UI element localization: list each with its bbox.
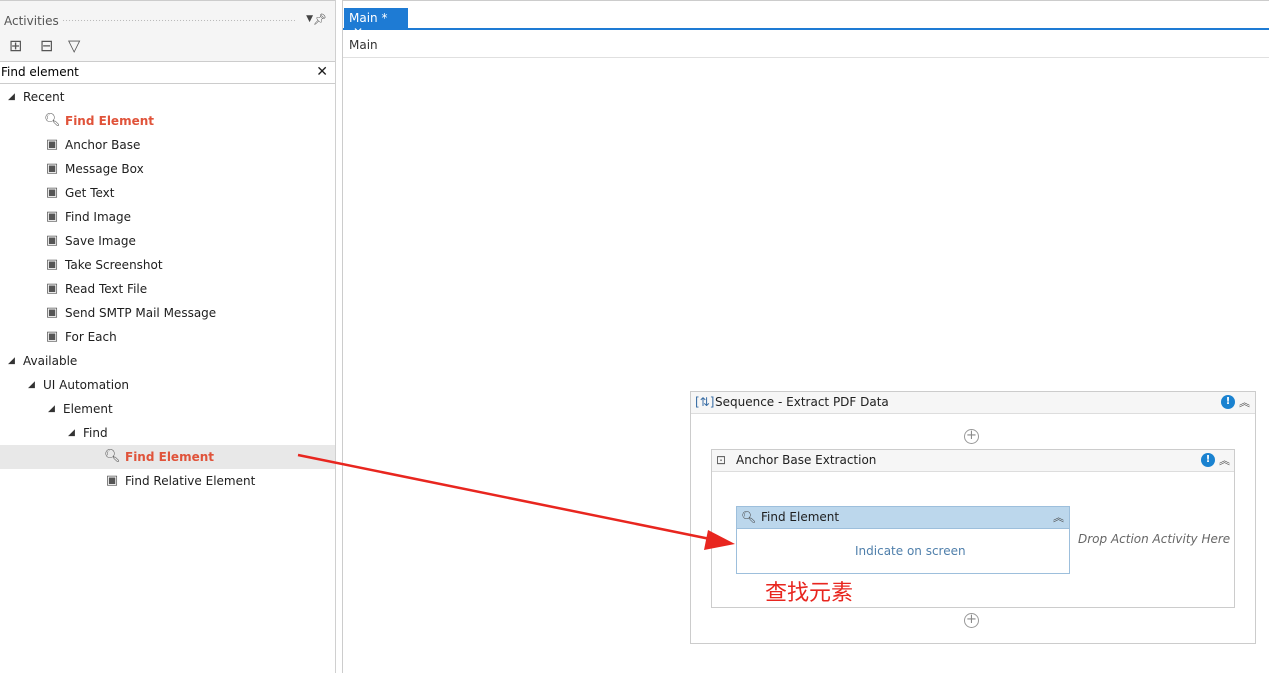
annotation-arrow: [297, 453, 735, 550]
